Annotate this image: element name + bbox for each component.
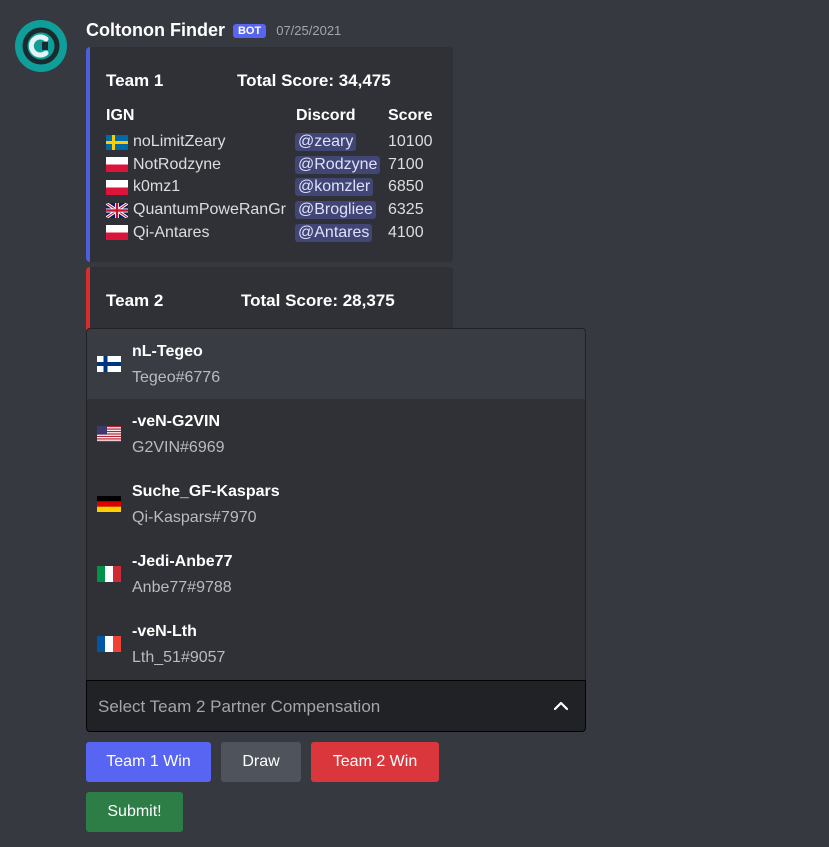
germany-flag-icon [97,496,121,512]
player-ign: NotRodzyne [133,155,222,173]
player-discord-mention[interactable]: @komzler [295,178,374,197]
option-description: G2VIN#6969 [132,439,225,456]
bot-badge: BOT [232,23,267,38]
team2-win-button[interactable]: Team 2 Win [311,742,439,782]
italy-flag-icon [97,566,121,582]
option-label: Suche_GF-Kaspars [132,483,280,500]
ign-header: IGN [106,107,135,124]
submit-button[interactable]: Submit! [86,792,183,832]
team1-win-button[interactable]: Team 1 Win [86,742,211,782]
option-description: Qi-Kaspars#7970 [132,509,257,526]
score-header: Score [388,107,433,124]
finland-flag-icon [97,356,121,372]
player-score: 4100 [388,223,424,241]
player-ign: noLimitZeary [133,133,226,151]
team2-title: Team 2 [106,291,164,310]
player-discord-mention[interactable]: @Brogliee [295,201,376,220]
player-ign: Qi-Antares [133,223,210,241]
team1-player-list: noLimitZeary @zeary 10100 NotRodzyne @Ro… [106,131,446,244]
team1-accent-bar [86,47,90,262]
uk-flag-icon [106,202,128,218]
sweden-flag-icon [106,134,128,150]
select-option[interactable]: -veN-G2VIN G2VIN#6969 [87,399,585,469]
player-ign: QuantumPoweRanGr [133,201,286,219]
player-row: k0mz1 @komzler 6850 [106,176,446,199]
poland-flag-icon [106,179,128,195]
team1-title: Team 1 [106,71,164,90]
option-description: Tegeo#6776 [132,369,221,386]
select-option[interactable]: -veN-Lth Lth_51#9057 [87,609,585,679]
option-label: -veN-G2VIN [132,413,221,430]
bot-logo-icon [22,27,60,65]
player-score: 6325 [388,201,424,219]
message-header: Coltonon Finder BOT 07/25/2021 [86,20,341,41]
player-score: 6850 [388,178,424,196]
discord-header: Discord [296,107,356,124]
partner-compensation-select[interactable]: Select Team 2 Partner Compensation [86,680,586,732]
option-label: -veN-Lth [132,623,197,640]
select-menu-options: nL-Tegeo Tegeo#6776 -veN-G2VIN G2VIN#696… [86,328,586,680]
usa-flag-icon [97,426,121,442]
select-option[interactable]: -Jedi-Anbe77 Anbe77#9788 [87,539,585,609]
select-option[interactable]: nL-Tegeo Tegeo#6776 [87,329,585,399]
player-row: noLimitZeary @zeary 10100 [106,131,446,154]
player-row: Qi-Antares @Antares 4100 [106,221,446,244]
player-discord-mention[interactable]: @zeary [295,133,357,152]
option-label: -Jedi-Anbe77 [132,553,233,570]
player-discord-mention[interactable]: @Antares [295,223,373,242]
player-ign: k0mz1 [133,178,181,196]
team1-embed: Team 1 Total Score: 34,475 IGN Discord S… [86,47,453,262]
player-row: NotRodzyne @Rodzyne 7100 [106,154,446,177]
draw-button[interactable]: Draw [221,742,301,782]
poland-flag-icon [106,157,128,173]
username[interactable]: Coltonon Finder [86,20,225,41]
option-description: Lth_51#9057 [132,649,226,666]
france-flag-icon [97,636,121,652]
select-option[interactable]: Suche_GF-Kaspars Qi-Kaspars#7970 [87,469,585,539]
player-row: QuantumPoweRanGr @Brogliee 6325 [106,199,446,222]
bot-avatar[interactable] [15,20,67,72]
player-discord-mention[interactable]: @Rodzyne [295,155,381,174]
poland-flag-icon [106,225,128,241]
player-score: 10100 [388,133,433,151]
option-description: Anbe77#9788 [132,579,232,596]
option-label: nL-Tegeo [132,343,203,360]
team2-total-score: Total Score: 28,375 [241,291,395,310]
chevron-up-icon[interactable] [551,696,571,721]
timestamp: 07/25/2021 [276,23,342,38]
team1-total-score: Total Score: 34,475 [237,71,391,90]
select-placeholder: Select Team 2 Partner Compensation [98,697,381,716]
player-score: 7100 [388,155,424,173]
